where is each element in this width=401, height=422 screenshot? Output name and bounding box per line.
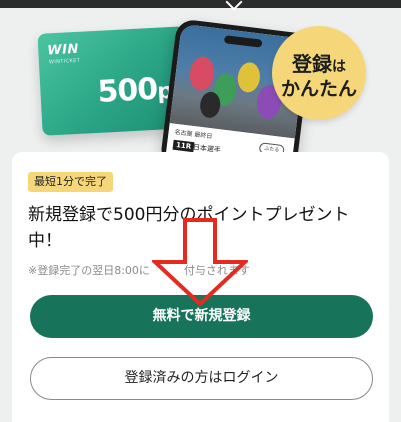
page: WIN WINTICKET 500pt 名古屋 最終日 11R 日本選手 [0,0,401,422]
badge-line1-big: 登録 [292,52,332,76]
login-button[interactable]: 登録済みの方はログイン [30,357,373,400]
card-amount-value: 500 [96,71,159,110]
duration-tag: 最短1分で完了 [28,172,113,192]
race-number: 11R [172,139,195,153]
easy-registration-badge: 登録は かんたん [272,26,366,120]
card-logo-sub: WINTICKET [48,57,81,66]
top-strip [0,0,401,11]
badge-line2: かんたん [280,78,357,100]
badge-line1-small: は [332,59,346,75]
rider-figure [236,61,262,94]
promo-note-left: ※登録完了の翌日8:00に [28,264,150,277]
badge-line1: 登録は [272,48,366,77]
red-down-arrow-icon [152,218,248,306]
card-logo: WIN [46,41,80,59]
race-venue: 名古屋 最終日 [174,128,213,141]
red-down-arrow-shape [152,218,248,306]
hero-artwork: WIN WINTICKET 500pt 名古屋 最終日 11R 日本選手 [0,8,401,182]
rider-figure [187,55,216,92]
